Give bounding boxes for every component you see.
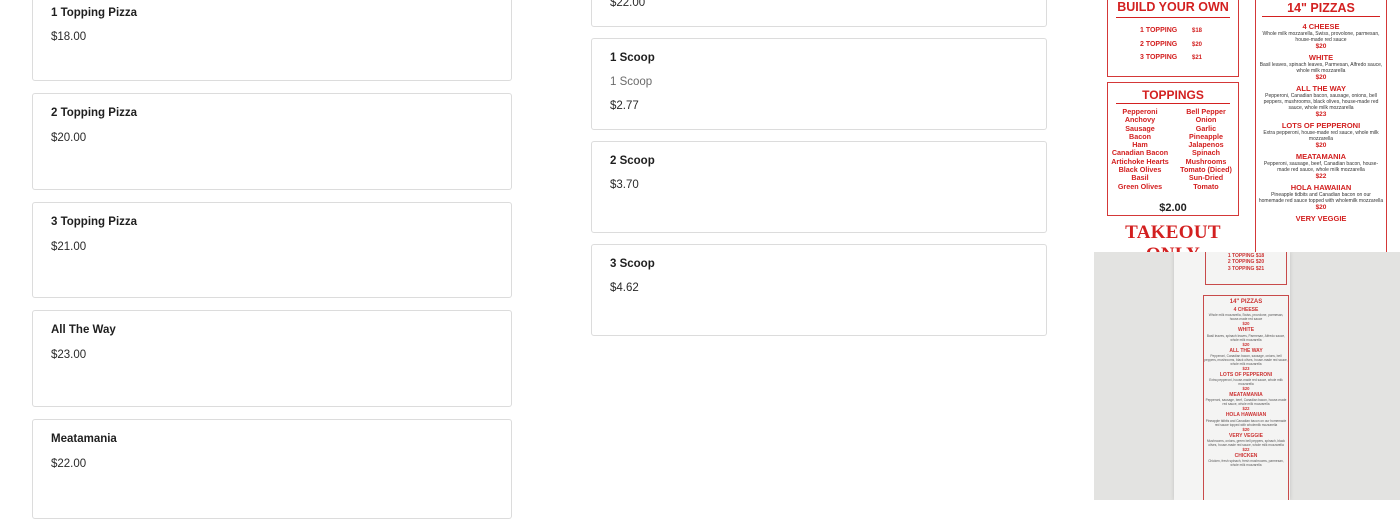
pizza-name: 4 CHEESE: [1302, 22, 1340, 31]
divider: [1116, 17, 1230, 18]
menu-item-card[interactable]: 2 Topping Pizza $20.00: [32, 93, 512, 190]
pizza-description: Basil leaves, spinach leaves, Parmesan, …: [1259, 62, 1383, 74]
pizza-description: Extra pepperoni, house-made red sauce, w…: [1263, 130, 1379, 142]
item-price: $2.77: [610, 100, 639, 112]
item-description: 1 Scoop: [610, 76, 653, 88]
pizza-description: Pineapple tidbits and Canadian bacon on …: [1258, 192, 1384, 204]
pizza-name: HOLA HAWAIIAN: [1290, 183, 1352, 192]
photo-byo-box: 1 TOPPING $18 2 TOPPING $20 3 TOPPING $2…: [1205, 252, 1287, 285]
menu-photo[interactable]: 1 TOPPING $18 2 TOPPING $20 3 TOPPING $2…: [1094, 252, 1400, 500]
pizza-description: Pepperoni, sausage, beef, Canadian bacon…: [1263, 161, 1379, 173]
toppings-box: TOPPINGS Pepperoni Anchovy Sausage Bacon…: [1107, 82, 1239, 216]
menu-paper: 1 TOPPING $18 2 TOPPING $20 3 TOPPING $2…: [1174, 252, 1290, 500]
pizza-name: ALL THE WAY: [1295, 84, 1346, 93]
byo-row-price: $21: [1192, 55, 1203, 61]
pizza-price: $20: [1315, 204, 1327, 211]
byo-row-price: $20: [1192, 42, 1203, 48]
menu-item-card[interactable]: Meatamania $22.00: [32, 419, 512, 519]
pizza-description: Whole milk mozzarella, Swiss, provolone,…: [1262, 31, 1380, 43]
menu-item-card[interactable]: 1 Topping Pizza $18.00: [32, 0, 512, 81]
item-price: $21.00: [51, 241, 87, 253]
toppings-title: TOPPINGS: [1142, 88, 1204, 102]
menu-item-card[interactable]: All The Way $23.00: [32, 310, 512, 407]
byo-row-label: 3 TOPPING: [1140, 54, 1178, 61]
item-price: $22.00: [610, 0, 646, 9]
menu-item-card[interactable]: 2 Scoop $3.70: [591, 141, 1047, 233]
item-title: 1 Scoop: [610, 52, 655, 64]
photo-byo-list: 1 TOPPING $18 2 TOPPING $20 3 TOPPING $2…: [1227, 253, 1265, 272]
pizzas-box: 14" PIZZAS 4 CHEESE Whole milk mozzarell…: [1255, 0, 1387, 252]
pizza-name: MEATAMANIA: [1295, 152, 1347, 161]
item-title: 2 Scoop: [610, 155, 655, 167]
item-price: $18.00: [51, 31, 87, 43]
byo-row-price: $18: [1192, 28, 1203, 34]
divider: [1262, 16, 1380, 17]
item-title: 2 Topping Pizza: [51, 107, 138, 119]
byo-row-label: 1 TOPPING: [1140, 27, 1178, 34]
item-price: $23.00: [51, 349, 87, 361]
pizza-price: $20: [1315, 74, 1327, 81]
item-title: 3 Scoop: [610, 258, 655, 270]
menu-item-card[interactable]: $22.00: [591, 0, 1047, 27]
item-price: $20.00: [51, 132, 87, 144]
photo-pizza-list: 14" PIZZAS 4 CHEESE Whole milk mozzarell…: [1204, 299, 1288, 468]
pizza-price: $20: [1315, 43, 1327, 50]
pizzas-title: 14" PIZZAS: [1287, 1, 1355, 15]
pizza-price: $20: [1315, 142, 1327, 149]
menu-item-card[interactable]: 1 Scoop 1 Scoop $2.77: [591, 38, 1047, 130]
item-title: All The Way: [51, 324, 116, 336]
pizza-list: 4 CHEESE Whole milk mozzarella, Swiss, p…: [1258, 22, 1384, 223]
item-title: Meatamania: [51, 433, 117, 445]
pizza-price: $22: [1315, 173, 1327, 180]
pizza-description: Pepperoni, Canadian bacon, sausage, onio…: [1263, 93, 1379, 111]
pizza-name: WHITE: [1308, 53, 1334, 62]
pizza-name: VERY VEGGIE: [1295, 214, 1347, 223]
menu-item-card[interactable]: 3 Scoop $4.62: [591, 244, 1047, 336]
pizza-name: LOTS OF PEPPERONI: [1281, 121, 1361, 130]
build-your-own-title: BUILD YOUR OWN: [1117, 0, 1229, 14]
build-your-own-box: BUILD YOUR OWN 1 TOPPING $18 2 TOPPING $…: [1107, 0, 1239, 77]
item-price: $3.70: [610, 179, 639, 191]
divider: [1116, 103, 1230, 104]
item-price: $22.00: [51, 458, 87, 470]
photo-pizzas-box: 14" PIZZAS 4 CHEESE Whole milk mozzarell…: [1203, 295, 1289, 500]
menu-item-card[interactable]: 3 Topping Pizza $21.00: [32, 202, 512, 298]
item-title: 1 Topping Pizza: [51, 7, 138, 19]
pizza-price: $23: [1315, 111, 1327, 118]
toppings-price: $2.00: [1159, 202, 1187, 214]
menu-flyer-image[interactable]: BUILD YOUR OWN 1 TOPPING $18 2 TOPPING $…: [1094, 0, 1400, 252]
menu-images: BUILD YOUR OWN 1 TOPPING $18 2 TOPPING $…: [1094, 0, 1400, 500]
toppings-right-list: Bell Pepper Onion Garlic Pineapple Jalap…: [1180, 107, 1232, 191]
item-price: $4.62: [610, 282, 639, 294]
toppings-left-list: Pepperoni Anchovy Sausage Bacon Ham Cana…: [1111, 107, 1169, 191]
item-title: 3 Topping Pizza: [51, 216, 138, 228]
byo-row-label: 2 TOPPING: [1140, 41, 1178, 48]
